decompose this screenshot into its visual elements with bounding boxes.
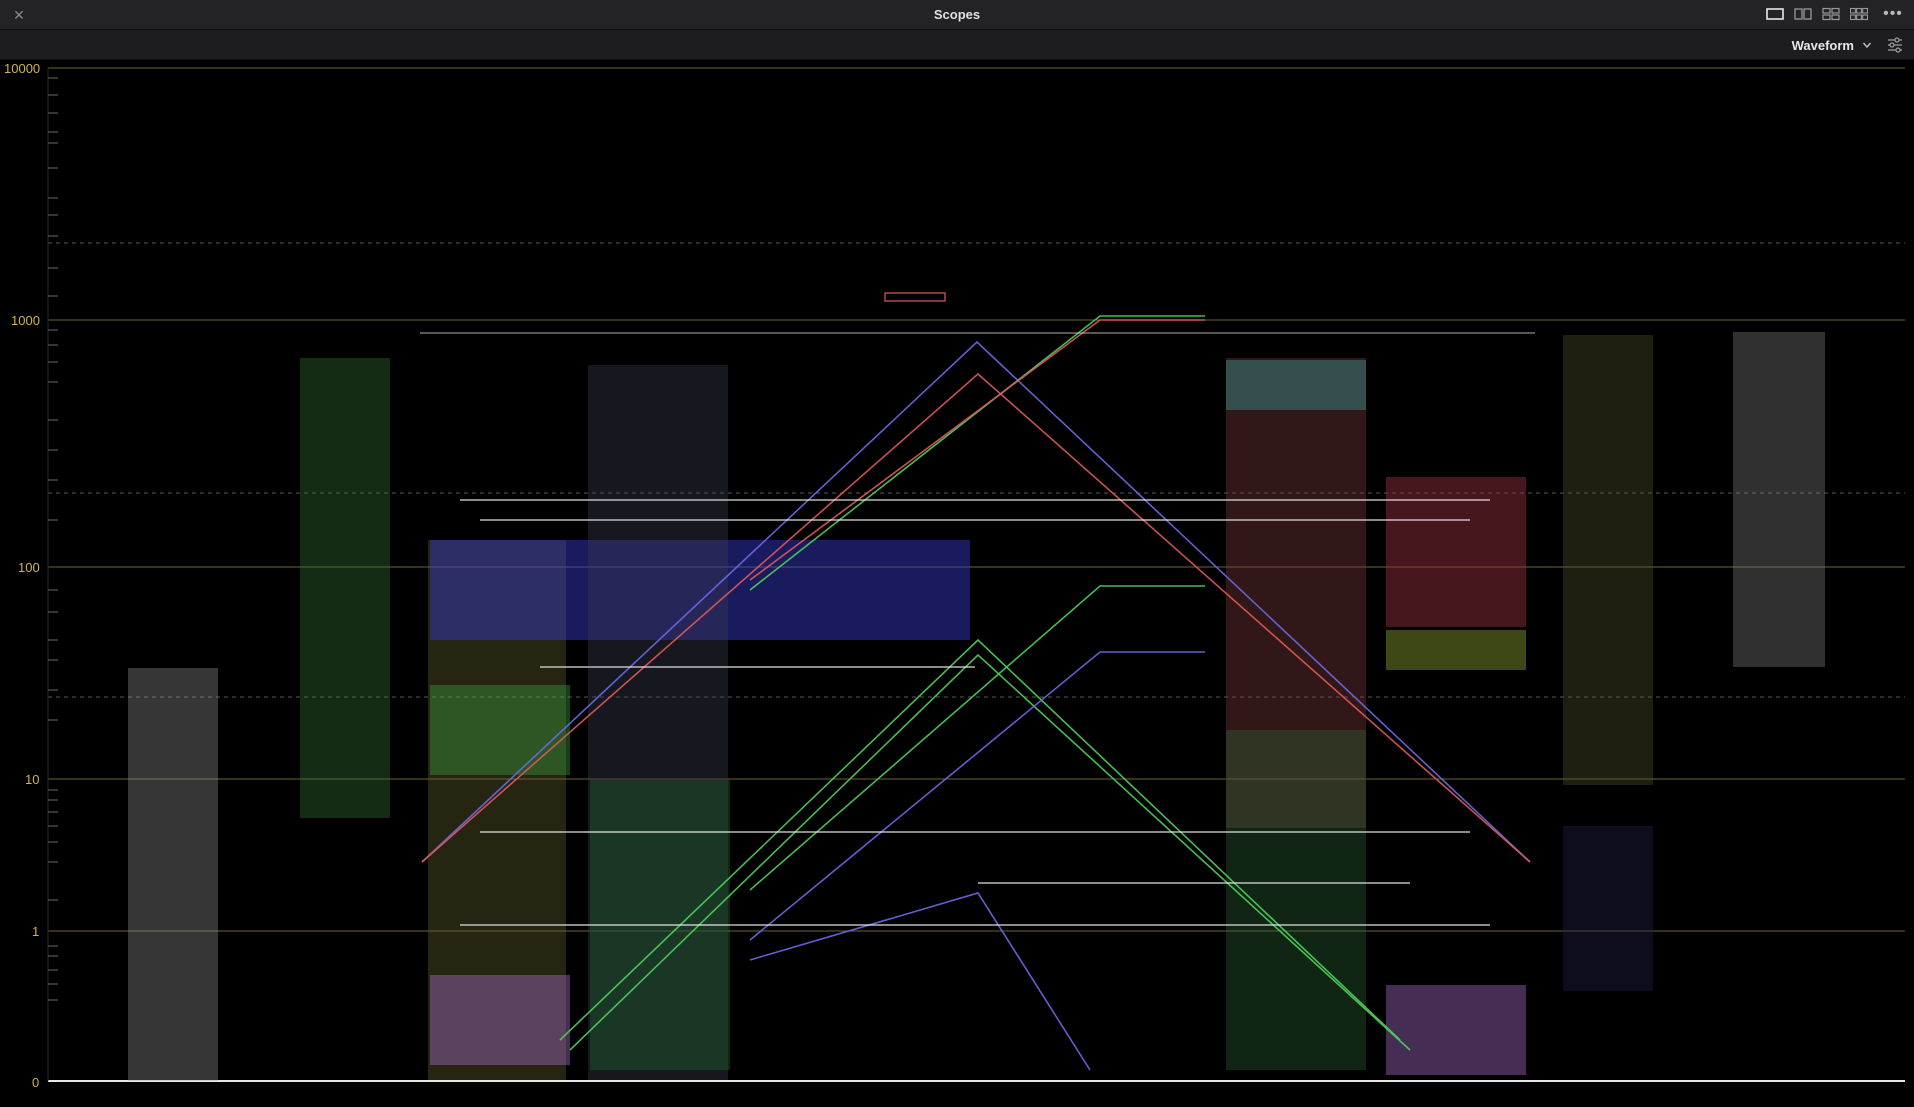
- tick-label-10: 10: [25, 772, 39, 787]
- tick-label-1000: 1000: [11, 313, 40, 328]
- block-yellow-green: [1386, 630, 1526, 670]
- waveform-scope[interactable]: 10000 1000 100 10 1 0: [0, 60, 1914, 1107]
- tick-label-10000: 10000: [4, 61, 40, 76]
- trace-red-cap: [884, 292, 946, 302]
- scale-labels: 10000 1000 100 10 1 0: [4, 61, 40, 1090]
- six-view-icon[interactable]: [1850, 7, 1868, 21]
- tick-label-1: 1: [32, 924, 39, 939]
- block-violet-right: [1386, 985, 1526, 1075]
- scope-type-dropdown[interactable]: Waveform: [1792, 34, 1872, 56]
- close-icon[interactable]: ✕: [10, 6, 28, 24]
- block-grey-left: [128, 668, 218, 1081]
- block-olive-right: [1563, 335, 1653, 785]
- more-icon[interactable]: •••: [1882, 5, 1904, 25]
- single-view-icon[interactable]: [1766, 7, 1784, 21]
- settings-icon[interactable]: [1886, 36, 1904, 54]
- trace-blue-lower: [749, 651, 1205, 941]
- quad-view-icon[interactable]: [1822, 7, 1840, 21]
- block-navy-right: [1563, 826, 1653, 991]
- scope-toolbar: Waveform: [0, 30, 1914, 60]
- tick-label-0: 0: [32, 1075, 39, 1090]
- waveform-traces: [420, 292, 1535, 1071]
- tick-label-100: 100: [18, 560, 40, 575]
- title-bar: ✕ Scopes •••: [0, 0, 1914, 30]
- waveform-canvas: 10000 1000 100 10 1 0: [4, 61, 1905, 1090]
- chevron-down-icon: [1862, 42, 1872, 49]
- block-violet: [430, 975, 570, 1065]
- trace-blue-low: [749, 892, 1091, 1071]
- waveform-trace-blocks: [128, 332, 1825, 1081]
- block-teal: [1226, 360, 1366, 410]
- block-green-2: [430, 685, 570, 775]
- scope-type-label: Waveform: [1791, 37, 1854, 53]
- layout-switcher: [1766, 7, 1868, 21]
- block-grey-right: [1733, 332, 1825, 667]
- window-title: Scopes: [933, 7, 981, 22]
- block-green-1: [300, 358, 390, 818]
- dual-view-icon[interactable]: [1794, 7, 1812, 21]
